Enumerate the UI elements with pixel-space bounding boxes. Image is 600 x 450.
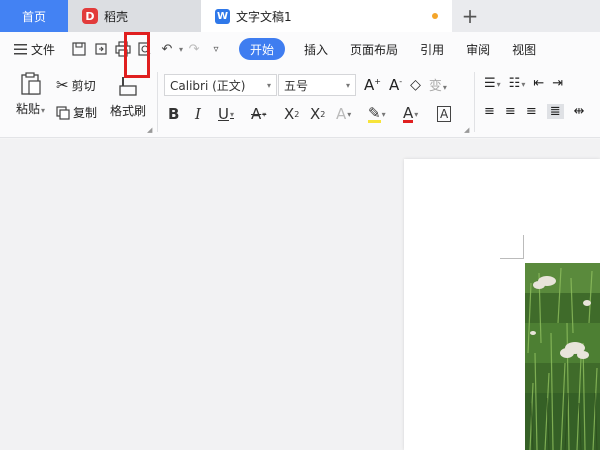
tab-document[interactable]: W 文字文稿1 — [201, 0, 452, 32]
copy-icon — [56, 105, 70, 120]
paste-button[interactable]: 粘贴▾ — [16, 72, 45, 117]
decrease-indent-icon[interactable]: ⇤ — [533, 76, 544, 91]
document-page[interactable] — [404, 159, 600, 450]
cut-button[interactable]: ✂ 剪切 — [56, 76, 96, 94]
italic-icon[interactable]: I — [195, 103, 201, 125]
tab-page-layout[interactable]: 页面布局 — [339, 38, 409, 60]
print-preview-icon[interactable] — [134, 38, 156, 60]
tab-insert[interactable]: 插入 — [293, 38, 339, 60]
font-color-icon[interactable]: A ▾ — [403, 103, 418, 125]
increase-indent-icon[interactable]: ⇥ — [552, 76, 563, 91]
paste-label: 粘贴 — [16, 102, 41, 116]
bullet-list-icon[interactable]: ☰▾ — [484, 76, 501, 91]
grow-font-icon[interactable]: A+ — [364, 76, 381, 94]
align-right-icon[interactable]: ≡ — [526, 104, 537, 119]
tab-home-label: 首页 — [21, 9, 46, 24]
font-name-select[interactable]: Calibri (正文) ▾ — [164, 74, 277, 96]
pinyin-icon[interactable]: 变▾ — [429, 75, 447, 94]
export-icon[interactable] — [90, 38, 112, 60]
customize-dropdown-icon[interactable]: ▿ — [205, 38, 227, 60]
underline-icon[interactable]: U ▾ — [218, 103, 234, 125]
tab-home[interactable]: 首页 — [0, 0, 68, 32]
chevron-down-icon: ▾ — [266, 80, 271, 90]
clear-format-icon[interactable]: ◇ — [410, 77, 421, 93]
document-workspace — [0, 139, 600, 450]
tab-view[interactable]: 视图 — [501, 38, 547, 60]
format-painter-icon — [119, 77, 137, 96]
bold-icon[interactable]: B — [168, 103, 179, 125]
print-icon[interactable] — [112, 38, 134, 60]
char-border-icon[interactable]: A — [437, 103, 452, 125]
undo-icon[interactable]: ↶ — [156, 38, 178, 60]
unsaved-dot-icon — [432, 13, 438, 19]
separator — [157, 72, 158, 132]
paste-dropdown-icon: ▾ — [41, 106, 46, 115]
copy-label: 复制 — [73, 106, 98, 120]
shrink-font-icon[interactable]: A- — [389, 76, 402, 94]
tab-daoke-label: 稻壳 — [104, 9, 129, 24]
tab-start[interactable]: 开始 — [239, 38, 286, 60]
align-tools: ≡ ≡ ≡ ≣ ⇹ — [484, 104, 585, 119]
align-center-icon[interactable]: ≡ — [505, 104, 516, 119]
text-effect-icon[interactable]: A ▾ — [336, 103, 351, 125]
copy-button[interactable]: 复制 — [56, 104, 97, 121]
list-tools: ☰▾ ☷▾ ⇤ ⇥ — [484, 76, 563, 91]
grass-photo-image — [525, 263, 600, 450]
font-size-select[interactable]: 五号 ▾ — [278, 74, 356, 96]
tab-bar: 首页 D 稻壳 W 文字文稿1 + — [0, 0, 600, 32]
paste-icon — [20, 72, 41, 95]
file-menu-label: 文件 — [31, 42, 56, 57]
margin-corner-mark — [500, 235, 524, 259]
menu-row: 文件 ↶ ▾ ↷ ▿ 开始 插入 页面布局 引用 审阅 视图 — [0, 32, 600, 66]
hamburger-icon — [14, 43, 27, 54]
clipboard-launcher-icon[interactable]: ◢ — [147, 126, 152, 134]
quick-access-toolbar: ↶ ▾ ↷ ▿ — [68, 38, 227, 60]
tab-document-label: 文字文稿1 — [236, 9, 292, 24]
toolbar-start: 粘贴▾ ✂ 剪切 复制 格式刷 ◢ Calibri (正文) ▾ 五号 ▾ A+… — [0, 66, 600, 138]
file-menu-button[interactable]: 文件 — [0, 41, 68, 58]
new-tab-button[interactable]: + — [452, 0, 488, 32]
save-icon[interactable] — [68, 38, 90, 60]
subscript-icon[interactable]: X2 — [310, 103, 325, 125]
chevron-down-icon: ▾ — [345, 80, 350, 90]
ribbon: 文件 ↶ ▾ ↷ ▿ 开始 插入 页面布局 引用 审阅 视图 粘贴▾ ✂ 剪切 … — [0, 32, 600, 138]
tab-daoke[interactable]: D 稻壳 — [68, 0, 201, 32]
daoke-logo-icon: D — [82, 8, 98, 24]
writer-logo-icon: W — [215, 8, 230, 24]
format-painter-label: 格式刷 — [110, 104, 147, 118]
format-painter-button[interactable]: 格式刷 — [110, 76, 146, 119]
align-left-icon[interactable]: ≡ — [484, 104, 495, 119]
distributed-icon[interactable]: ⇹ — [574, 104, 585, 119]
superscript-icon[interactable]: X2 — [284, 103, 299, 125]
font-launcher-icon[interactable]: ◢ — [464, 126, 469, 134]
font-size-tools: A+ A- ◇ 变▾ — [364, 75, 447, 95]
font-size-value: 五号 — [284, 78, 309, 93]
cut-label: 剪切 — [71, 78, 96, 93]
inserted-photo[interactable] — [525, 263, 600, 450]
justify-icon[interactable]: ≣ — [546, 104, 564, 119]
scissors-icon: ✂ — [56, 76, 69, 94]
highlight-color-icon[interactable]: ✎ ▾ — [368, 103, 386, 125]
plus-icon: + — [461, 4, 479, 28]
separator — [474, 72, 475, 132]
tab-references[interactable]: 引用 — [409, 38, 455, 60]
tab-review[interactable]: 审阅 — [455, 38, 501, 60]
font-name-value: Calibri (正文) — [170, 78, 246, 93]
numbered-list-icon[interactable]: ☷▾ — [509, 76, 526, 91]
strikethrough-icon[interactable]: A ▾ — [251, 103, 266, 125]
redo-icon[interactable]: ↷ — [183, 38, 205, 60]
menu-tabs: 开始 插入 页面布局 引用 审阅 视图 — [239, 38, 547, 60]
